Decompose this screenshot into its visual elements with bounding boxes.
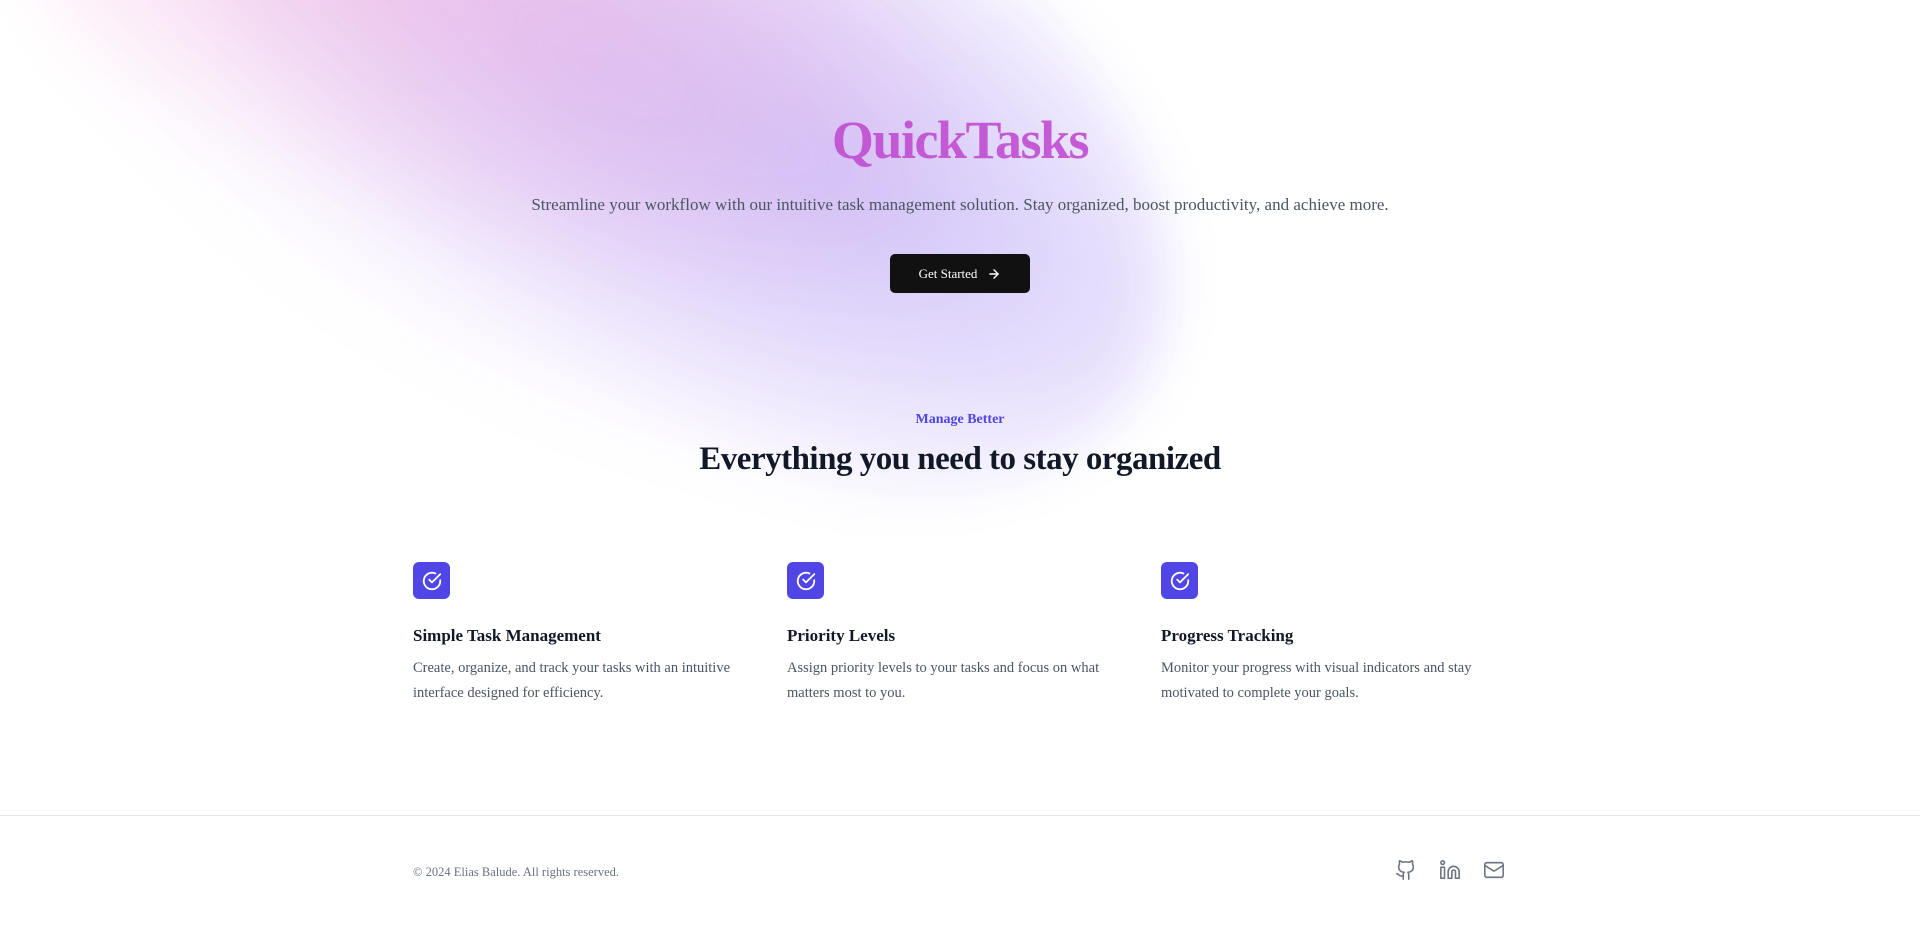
features-header: Manage Better Everything you need to sta… — [0, 410, 1920, 480]
feature-title: Progress Tracking — [1161, 626, 1294, 645]
hero-title: QuickTasks — [0, 104, 1920, 176]
check-circle-icon — [1161, 562, 1198, 599]
mail-icon[interactable] — [1483, 859, 1507, 883]
hero-subtitle: Streamline your workflow with our intuit… — [531, 195, 1389, 214]
hero-section: QuickTasks Streamline your workflow with… — [0, 104, 1920, 293]
feature-title: Simple Task Management — [413, 626, 601, 645]
feature-title: Priority Levels — [787, 626, 896, 645]
get-started-label: Get Started — [918, 265, 978, 281]
feature-description: Assign priority levels to your tasks and… — [787, 660, 1100, 701]
feature-description: Monitor your progress with visual indica… — [1161, 660, 1472, 701]
get-started-button[interactable]: Get Started — [889, 254, 1031, 293]
linkedin-icon[interactable] — [1439, 859, 1463, 883]
section-title: Everything you need to stay organized — [699, 441, 1221, 477]
features-grid: Simple Task Management Create, organize,… — [413, 562, 1507, 706]
footer: © 2024 Elias Balude. All rights reserved… — [0, 815, 1920, 925]
landing-page: QuickTasks Streamline your workflow with… — [0, 0, 1920, 925]
feature-card: Progress Tracking Monitor your progress … — [1161, 562, 1489, 706]
github-icon[interactable] — [1395, 859, 1419, 883]
check-circle-icon — [413, 562, 450, 599]
feature-card: Simple Task Management Create, organize,… — [413, 562, 741, 706]
section-eyebrow: Manage Better — [915, 412, 1005, 427]
check-circle-icon — [787, 562, 824, 599]
social-links — [1395, 859, 1507, 883]
feature-card: Priority Levels Assign priority levels t… — [787, 562, 1115, 706]
copyright-text: © 2024 Elias Balude. All rights reserved… — [413, 865, 619, 879]
feature-description: Create, organize, and track your tasks w… — [413, 660, 731, 701]
arrow-right-icon — [987, 267, 1001, 281]
